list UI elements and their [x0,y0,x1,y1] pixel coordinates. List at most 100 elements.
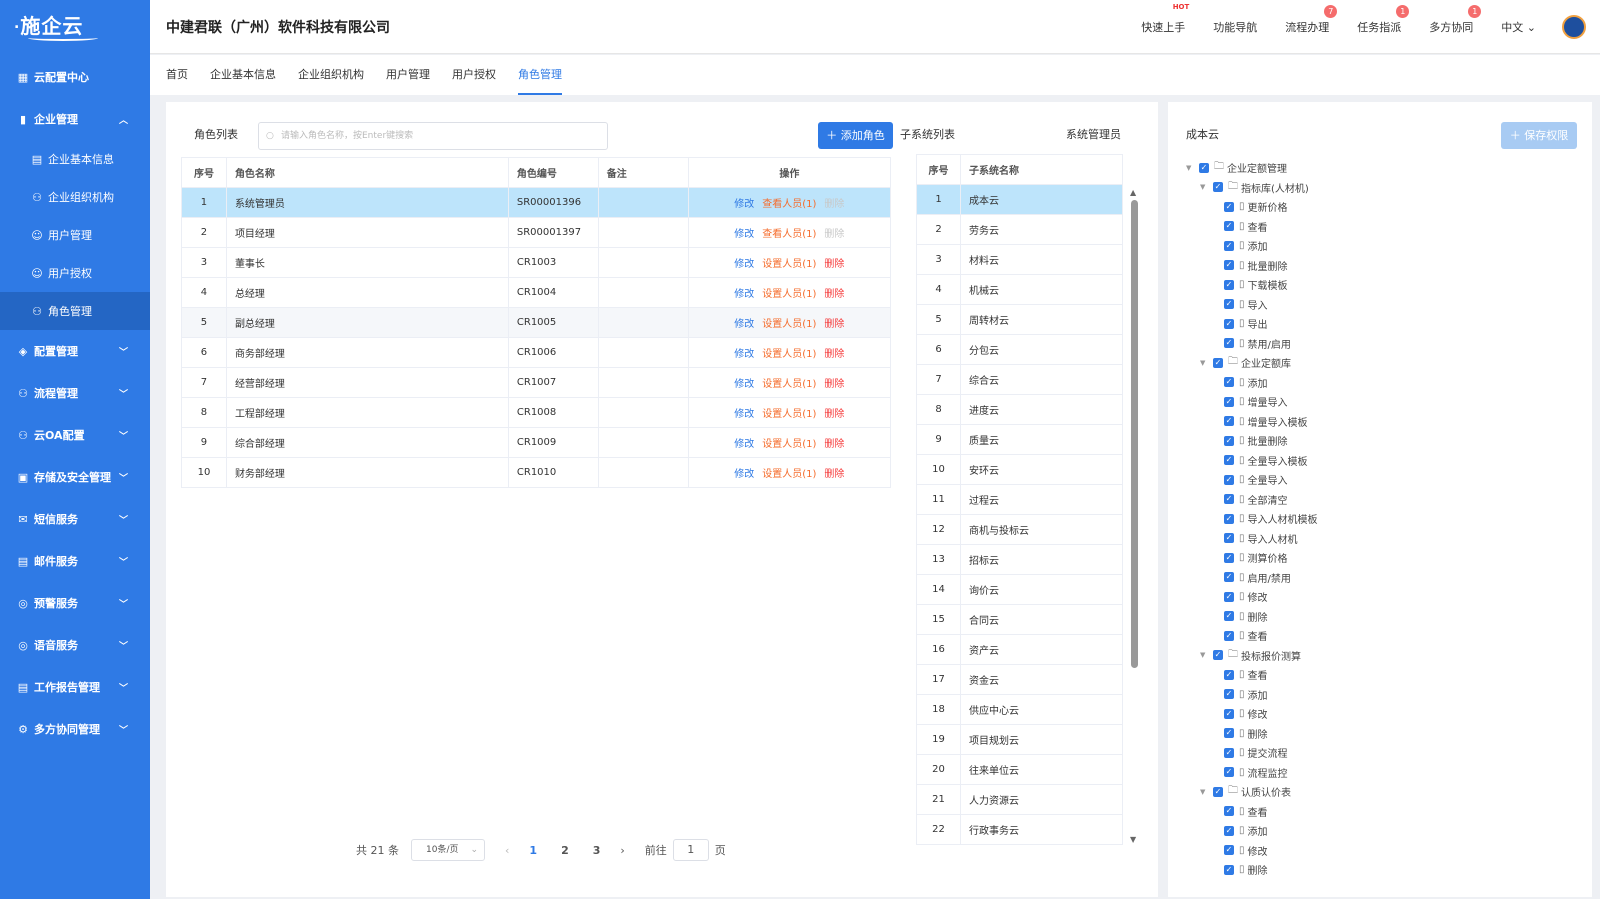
table-row[interactable]: 20 往来单位云 [916,754,1123,785]
tree-node[interactable]: ✓ ▯ 全部清空 [1186,490,1318,510]
table-row[interactable]: 22 行政事务云 [916,814,1123,845]
sidebar-item[interactable]: ◎ 语音服务 ﹀ [0,624,150,666]
delete-link[interactable]: 删除 [824,439,844,450]
subsystem-scrollbar[interactable]: ▲ ▼ [1130,188,1139,844]
delete-link[interactable]: 删除 [824,409,844,420]
tree-node[interactable]: ✓ ▯ 测算价格 [1186,548,1318,568]
tree-node[interactable]: ✓ ▯ 导入人材机 [1186,529,1318,549]
tree-node[interactable]: ✓ ▯ 批量删除 [1186,431,1318,451]
person-link[interactable]: 设置人员(1) [762,379,816,390]
delete-link[interactable]: 删除 [824,319,844,330]
table-row[interactable]: 10 财务部经理 CR1010 修改 设置人员(1) 删除 [181,457,892,488]
caret-down-icon[interactable]: ▼ [1200,359,1210,367]
checkbox[interactable]: ✓ [1224,552,1234,563]
sidebar-sub-item[interactable]: ⚇ 企业组织机构 [0,178,150,216]
edit-link[interactable]: 修改 [734,409,754,420]
tree-node[interactable]: ▼ ✓ 🗀 认质认价表 [1186,782,1318,802]
table-row[interactable]: 3 董事长 CR1003 修改 设置人员(1) 删除 [181,247,892,278]
checkbox[interactable]: ✓ [1213,786,1223,797]
person-link[interactable]: 设置人员(1) [762,349,816,360]
person-link[interactable]: 设置人员(1) [762,289,816,300]
checkbox[interactable]: ✓ [1224,474,1234,485]
person-link[interactable]: 查看人员(1) [762,199,816,210]
sidebar-item[interactable]: ⚇ 云OA配置 ﹀ [0,414,150,456]
goto-page-input[interactable]: 1 [672,839,709,861]
checkbox[interactable]: ✓ [1224,240,1234,251]
page-number[interactable]: 1 [529,844,537,857]
table-row[interactable]: 5 副总经理 CR1005 修改 设置人员(1) 删除 [181,307,892,338]
checkbox[interactable]: ✓ [1224,572,1234,583]
add-role-button[interactable]: ＋ 添加角色 [818,122,893,149]
checkbox[interactable]: ✓ [1224,279,1234,290]
tree-node[interactable]: ✓ ▯ 全量导入模板 [1186,451,1318,471]
table-row[interactable]: 13 招标云 [916,544,1123,575]
checkbox[interactable]: ✓ [1224,845,1234,856]
checkbox[interactable]: ✓ [1224,435,1234,446]
tree-node[interactable]: ▼ ✓ 🗀 指标库(人材机) [1186,178,1318,198]
checkbox[interactable]: ✓ [1199,162,1209,173]
page-size-select[interactable]: 10条/页 ⌄ [411,839,485,861]
tab-item[interactable]: 首页 [166,55,188,95]
edit-link[interactable]: 修改 [734,439,754,450]
table-row[interactable]: 9 质量云 [916,424,1123,455]
sidebar-item[interactable]: ◈ 配置管理 ﹀ [0,330,150,372]
checkbox[interactable]: ✓ [1224,728,1234,739]
table-row[interactable]: 21 人力资源云 [916,784,1123,815]
logo[interactable]: ·施企云 [0,0,150,56]
role-search-input[interactable]: ○ 请输入角色名称，按Enter键搜索 [258,122,608,150]
table-row[interactable]: 6 商务部经理 CR1006 修改 设置人员(1) 删除 [181,337,892,368]
checkbox[interactable]: ✓ [1224,864,1234,875]
tree-node[interactable]: ✓ ▯ 全量导入 [1186,470,1318,490]
tree-node[interactable]: ✓ ▯ 查看 [1186,217,1318,237]
tree-node[interactable]: ✓ ▯ 修改 [1186,704,1318,724]
sidebar-item[interactable]: ⚙ 多方协同管理 ﹀ [0,708,150,750]
sidebar-item[interactable]: ◎ 预警服务 ﹀ [0,582,150,624]
checkbox[interactable]: ✓ [1224,533,1234,544]
delete-link[interactable]: 删除 [824,379,844,390]
checkbox[interactable]: ✓ [1224,260,1234,271]
checkbox[interactable]: ✓ [1224,455,1234,466]
checkbox[interactable]: ✓ [1213,357,1223,368]
table-row[interactable]: 12 商机与投标云 [916,514,1123,545]
table-row[interactable]: 6 分包云 [916,334,1123,365]
language-select[interactable]: 中文 ⌄ [1501,19,1536,35]
checkbox[interactable]: ✓ [1224,825,1234,836]
edit-link[interactable]: 修改 [734,229,754,240]
checkbox[interactable]: ✓ [1224,338,1234,349]
sidebar-item[interactable]: ▣ 存储及安全管理 ﹀ [0,456,150,498]
table-row[interactable]: 8 进度云 [916,394,1123,425]
header-nav-item[interactable]: 功能导航 [1213,19,1257,35]
person-link[interactable]: 设置人员(1) [762,319,816,330]
header-nav-item[interactable]: 任务指派 1 [1357,5,1410,35]
tree-node[interactable]: ✓ ▯ 导入 [1186,295,1318,315]
tree-node[interactable]: ✓ ▯ 增量导入模板 [1186,412,1318,432]
delete-link[interactable]: 删除 [824,259,844,270]
sidebar-sub-item[interactable]: ☺ 用户授权 [0,254,150,292]
table-row[interactable]: 5 周转材云 [916,304,1123,335]
checkbox[interactable]: ✓ [1224,494,1234,505]
sidebar-item[interactable]: ▤ 工作报告管理 ﹀ [0,666,150,708]
sidebar-item[interactable]: ▤ 邮件服务 ﹀ [0,540,150,582]
edit-link[interactable]: 修改 [734,469,754,480]
delete-link[interactable]: 删除 [824,289,844,300]
table-row[interactable]: 1 成本云 [916,184,1123,215]
sidebar-sub-item[interactable]: ⚇ 角色管理 [0,292,150,330]
checkbox[interactable]: ✓ [1224,377,1234,388]
header-nav-item[interactable]: 快速上手 HOT [1141,3,1189,35]
tab-item[interactable]: 企业组织机构 [298,55,364,95]
table-row[interactable]: 7 综合云 [916,364,1123,395]
caret-down-icon[interactable]: ▼ [1186,164,1196,172]
checkbox[interactable]: ✓ [1224,396,1234,407]
tree-node[interactable]: ✓ ▯ 更新价格 [1186,197,1318,217]
tree-node[interactable]: ✓ ▯ 禁用/启用 [1186,334,1318,354]
table-row[interactable]: 4 总经理 CR1004 修改 设置人员(1) 删除 [181,277,892,308]
avatar[interactable] [1562,15,1586,39]
tree-node[interactable]: ▼ ✓ 🗀 企业定额库 [1186,353,1318,373]
tree-node[interactable]: ✓ ▯ 查看 [1186,665,1318,685]
page-number[interactable]: 2 [561,844,569,857]
tree-node[interactable]: ▼ ✓ 🗀 企业定额管理 [1186,158,1318,178]
table-row[interactable]: 4 机械云 [916,274,1123,305]
edit-link[interactable]: 修改 [734,199,754,210]
header-nav-item[interactable]: 流程办理 7 [1285,5,1338,35]
table-row[interactable]: 14 询价云 [916,574,1123,605]
